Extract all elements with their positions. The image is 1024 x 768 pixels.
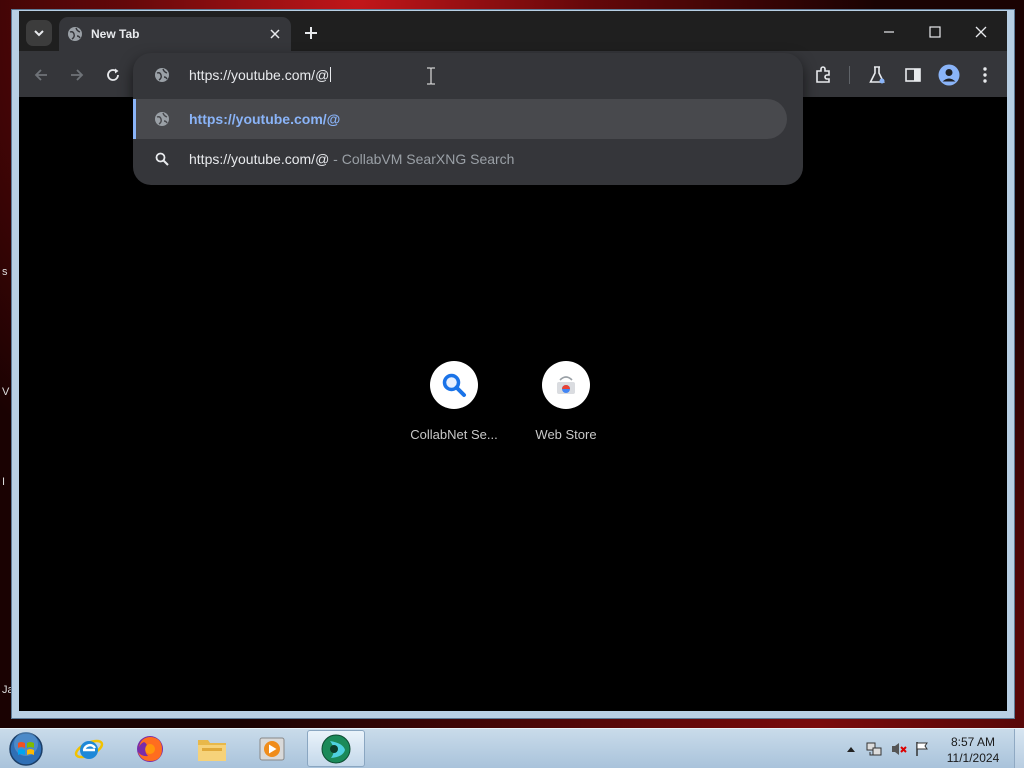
tab-close-button[interactable] bbox=[265, 24, 285, 44]
taskbar-file-explorer[interactable] bbox=[183, 730, 241, 767]
volume-muted-icon bbox=[892, 743, 907, 755]
shortcut-icon-circle bbox=[430, 361, 478, 409]
suggestion-engine: - CollabVM SearXNG Search bbox=[329, 151, 515, 167]
magnifier-icon bbox=[442, 373, 466, 397]
taskbar-internet-explorer[interactable] bbox=[60, 730, 118, 767]
browser-menu-button[interactable] bbox=[973, 63, 997, 87]
close-window-button[interactable] bbox=[967, 19, 995, 45]
extensions-button[interactable] bbox=[811, 63, 835, 87]
media-player-icon bbox=[259, 737, 285, 760]
show-desktop-button[interactable] bbox=[1014, 729, 1024, 768]
globe-icon bbox=[155, 112, 169, 126]
desktop-icon-label-fragment: I bbox=[2, 476, 6, 488]
chevron-down-icon bbox=[34, 30, 44, 37]
shortcut-web-store[interactable]: Web Store bbox=[511, 361, 621, 442]
arrow-left-icon bbox=[34, 69, 47, 81]
shortcut-collabnet-search[interactable]: CollabNet Se... bbox=[399, 361, 509, 442]
back-button[interactable] bbox=[29, 63, 53, 87]
tray-network[interactable] bbox=[866, 741, 882, 757]
address-input[interactable]: https://youtube.com/@ bbox=[189, 67, 332, 83]
globe-icon bbox=[155, 68, 169, 82]
close-icon bbox=[975, 26, 987, 38]
tab-title: New Tab bbox=[91, 27, 140, 41]
chrome-browser-icon bbox=[321, 734, 351, 763]
arrow-right-icon bbox=[71, 69, 84, 81]
side-panel-icon bbox=[905, 68, 921, 82]
omnibox-dropdown: https://youtube.com/@ https://youtube.co… bbox=[133, 53, 803, 185]
search-icon bbox=[155, 152, 169, 166]
suggestion-search[interactable]: https://youtube.com/@ - CollabVM SearXNG… bbox=[133, 139, 787, 179]
taskbar-chrome-browser[interactable] bbox=[307, 730, 365, 767]
tab-search-button[interactable] bbox=[26, 20, 52, 46]
address-input-value: https://youtube.com/@ bbox=[189, 67, 330, 83]
tray-volume[interactable] bbox=[891, 741, 907, 757]
windows-start-icon bbox=[9, 732, 43, 766]
reload-icon bbox=[107, 68, 119, 81]
reload-button[interactable] bbox=[101, 63, 125, 87]
internet-explorer-icon bbox=[74, 739, 104, 759]
profile-button[interactable] bbox=[937, 63, 961, 87]
taskbar-media-player[interactable] bbox=[243, 730, 301, 767]
minimize-button[interactable] bbox=[875, 19, 903, 45]
clock-date: 11/1/2024 bbox=[946, 751, 1000, 765]
flag-icon bbox=[916, 742, 928, 756]
desktop-icon-label-fragment: V bbox=[2, 386, 10, 398]
maximize-button[interactable] bbox=[921, 19, 949, 45]
text-caret bbox=[330, 67, 332, 82]
clock-time: 8:57 AM bbox=[950, 735, 996, 749]
forward-button[interactable] bbox=[65, 63, 89, 87]
chevron-up-icon bbox=[847, 747, 855, 752]
suggestion-text: https://youtube.com/@ - CollabVM SearXNG… bbox=[189, 151, 514, 167]
suggestion-query: https://youtube.com/@ bbox=[189, 151, 330, 167]
suggestion-icon bbox=[153, 110, 171, 128]
side-panel-button[interactable] bbox=[901, 63, 925, 87]
labs-button[interactable] bbox=[865, 63, 889, 87]
browser-window: New Tab CollabNet Se... Web Store https:… bbox=[11, 9, 1015, 719]
minimize-icon bbox=[884, 31, 894, 33]
network-icon bbox=[866, 742, 882, 756]
menu-dots-icon bbox=[983, 67, 987, 83]
globe-icon bbox=[68, 27, 82, 41]
tray-action-center[interactable] bbox=[914, 741, 930, 757]
suggestion-icon bbox=[153, 150, 171, 168]
plus-icon bbox=[305, 27, 317, 39]
shortcut-icon-circle bbox=[542, 361, 590, 409]
suggestion-text: https://youtube.com/@ bbox=[189, 111, 341, 127]
maximize-icon bbox=[929, 26, 941, 38]
text-cursor-icon bbox=[427, 67, 435, 85]
shortcut-label: Web Store bbox=[535, 427, 597, 442]
taskbar-firefox[interactable] bbox=[121, 730, 179, 767]
file-explorer-icon bbox=[198, 739, 226, 761]
extensions-icon bbox=[816, 66, 830, 83]
address-bar[interactable]: https://youtube.com/@ bbox=[133, 53, 803, 97]
suggestion-url[interactable]: https://youtube.com/@ bbox=[133, 99, 787, 139]
close-icon bbox=[270, 29, 280, 39]
site-info-icon[interactable] bbox=[153, 66, 171, 84]
profile-icon bbox=[938, 64, 960, 86]
firefox-icon bbox=[137, 735, 163, 762]
tab-new-tab[interactable]: New Tab bbox=[59, 17, 291, 51]
system-clock[interactable]: 8:57 AM 11/1/2024 bbox=[936, 734, 1010, 766]
start-button[interactable] bbox=[6, 731, 46, 767]
tray-expand-button[interactable] bbox=[843, 741, 859, 757]
web-store-icon bbox=[557, 376, 575, 394]
taskbar: 8:57 AM 11/1/2024 bbox=[0, 728, 1024, 768]
browser-frame: New Tab CollabNet Se... Web Store https:… bbox=[19, 11, 1007, 711]
shortcut-label: CollabNet Se... bbox=[410, 427, 498, 442]
desktop-icon-label-fragment: s bbox=[2, 266, 8, 278]
toolbar-separator bbox=[849, 66, 850, 84]
new-tab-button[interactable] bbox=[299, 21, 323, 45]
tab-strip: New Tab bbox=[19, 11, 1007, 51]
labs-flask-icon bbox=[869, 66, 885, 84]
